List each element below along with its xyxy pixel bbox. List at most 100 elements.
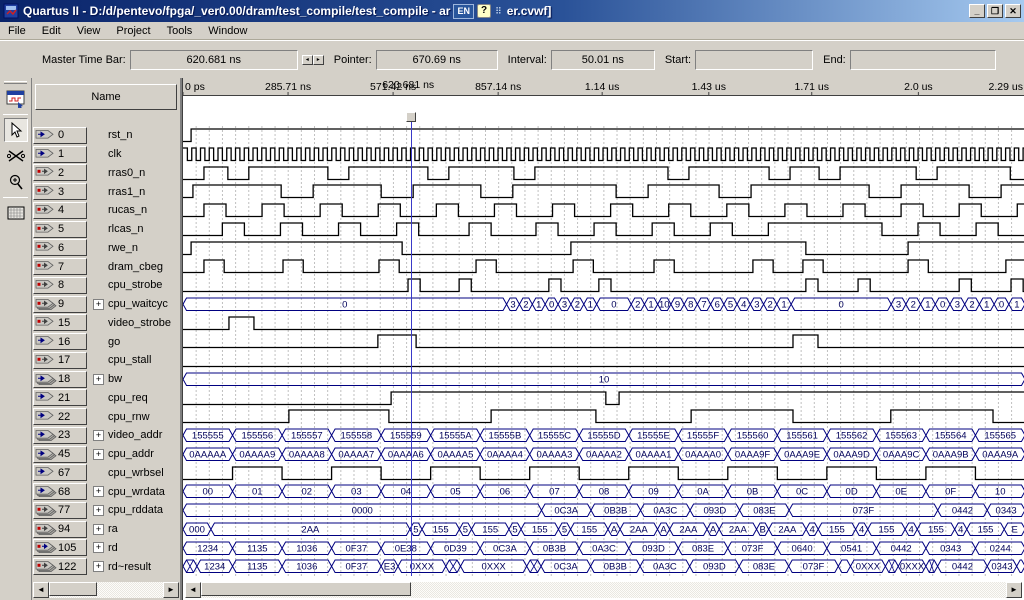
- signal-row-cpu_req[interactable]: 21+cpu_req: [32, 389, 180, 408]
- expand-icon[interactable]: +: [93, 505, 104, 516]
- signal-number-button[interactable]: 1: [33, 146, 87, 163]
- expand-icon[interactable]: +: [93, 561, 104, 572]
- signal-number-button[interactable]: 94: [33, 521, 87, 538]
- waveform-hscrollbar[interactable]: ◄ ►: [185, 582, 1022, 598]
- menu-tools[interactable]: Tools: [159, 24, 201, 38]
- signal-row-rras0_n[interactable]: 2+rras0_n: [32, 164, 180, 183]
- expand-icon[interactable]: +: [93, 542, 104, 553]
- wave-rras1_n[interactable]: [183, 182, 1024, 201]
- signal-number-button[interactable]: 2: [33, 164, 87, 181]
- signal-number-button[interactable]: 9: [33, 296, 87, 313]
- signal-row-rlcas_n[interactable]: 5+rlcas_n: [32, 220, 180, 239]
- signal-row-rd[interactable]: 105+rd: [32, 539, 180, 558]
- wave-go[interactable]: [183, 332, 1024, 351]
- wave-cpu_rddata[interactable]: 00000C3A0B3B0A3C093D083E073F04420343: [183, 501, 1024, 520]
- master-time-bar-cursor[interactable]: [411, 118, 412, 576]
- signal-number-button[interactable]: 15: [33, 314, 87, 331]
- wave-rwe_n[interactable]: [183, 239, 1024, 258]
- wave-cpu_strobe[interactable]: [183, 276, 1024, 295]
- wave-cpu_waitcyc[interactable]: 03210321021109876543210321032101: [183, 295, 1024, 314]
- signal-row-cpu_rnw[interactable]: 22+cpu_rnw: [32, 407, 180, 426]
- signal-row-bw[interactable]: 18+bw: [32, 370, 180, 389]
- waveform-panel[interactable]: 0 ps285.71 ns571.42 ns857.14 ns1.14 us1.…: [182, 78, 1024, 600]
- signal-row-video_addr[interactable]: 23+video_addr: [32, 426, 180, 445]
- waveform-edit-tool-icon[interactable]: [4, 144, 28, 168]
- signal-number-button[interactable]: 122: [33, 558, 87, 575]
- expand-icon[interactable]: +: [93, 486, 104, 497]
- signal-row-rucas_n[interactable]: 4+rucas_n: [32, 201, 180, 220]
- signal-row-rras1_n[interactable]: 3+rras1_n: [32, 182, 180, 201]
- wave-cpu_addr[interactable]: 0AAAAA0AAAA90AAAA80AAAA70AAAA60AAAA50AAA…: [183, 445, 1024, 464]
- time-bar-handle-icon[interactable]: [406, 112, 416, 122]
- signal-row-ra[interactable]: 94+ra: [32, 520, 180, 539]
- menu-project[interactable]: Project: [108, 24, 158, 38]
- wave-rd[interactable]: 1234113510360F370E380D390C3A0B3B0A3C093D…: [183, 539, 1024, 558]
- timeline-ruler[interactable]: 0 ps285.71 ns571.42 ns857.14 ns1.14 us1.…: [183, 78, 1024, 96]
- language-indicator[interactable]: EN: [453, 4, 474, 19]
- signal-row-go[interactable]: 16+go: [32, 332, 180, 351]
- expand-icon[interactable]: +: [93, 524, 104, 535]
- restore-button[interactable]: ❐: [987, 4, 1003, 18]
- menu-window[interactable]: Window: [200, 24, 255, 38]
- full-screen-icon[interactable]: [4, 201, 28, 225]
- scroll-left-icon[interactable]: ◄: [185, 582, 201, 598]
- wave-cpu_stall[interactable]: [183, 351, 1024, 370]
- selection-tool-icon[interactable]: [4, 118, 28, 142]
- scrollbar-track[interactable]: [201, 582, 1006, 598]
- signal-row-rd~result[interactable]: 122+rd~result: [32, 557, 180, 576]
- scrollbar-thumb[interactable]: [201, 582, 411, 596]
- signal-number-button[interactable]: 17: [33, 352, 87, 369]
- signal-number-button[interactable]: 18: [33, 371, 87, 388]
- help-icon[interactable]: ?: [477, 4, 491, 18]
- signal-number-button[interactable]: 4: [33, 202, 87, 219]
- signal-number-button[interactable]: 23: [33, 427, 87, 444]
- wave-cpu_wrbsel[interactable]: [183, 464, 1024, 483]
- signal-row-cpu_wrdata[interactable]: 68+cpu_wrdata: [32, 482, 180, 501]
- zoom-tool-icon[interactable]: [4, 170, 28, 194]
- signal-number-button[interactable]: 8: [33, 277, 87, 294]
- expand-icon[interactable]: +: [93, 430, 104, 441]
- signal-number-button[interactable]: 45: [33, 446, 87, 463]
- wave-rras0_n[interactable]: [183, 164, 1024, 183]
- expand-icon[interactable]: +: [93, 299, 104, 310]
- signal-number-button[interactable]: 21: [33, 389, 87, 406]
- scroll-left-icon[interactable]: ◄: [33, 582, 49, 598]
- signal-row-cpu_rddata[interactable]: 77+cpu_rddata: [32, 501, 180, 520]
- menu-file[interactable]: File: [0, 24, 34, 38]
- signal-number-button[interactable]: 6: [33, 239, 87, 256]
- signal-row-cpu_addr[interactable]: 45+cpu_addr: [32, 445, 180, 464]
- signal-number-button[interactable]: 22: [33, 408, 87, 425]
- langbar-grip[interactable]: ⠿: [495, 6, 503, 17]
- wave-rucas_n[interactable]: [183, 201, 1024, 220]
- signal-row-cpu_strobe[interactable]: 8+cpu_strobe: [32, 276, 180, 295]
- menu-view[interactable]: View: [69, 24, 109, 38]
- waveform-rows[interactable]: 0321032102110987654321032103210110155555…: [183, 126, 1024, 576]
- signal-number-button[interactable]: 68: [33, 483, 87, 500]
- signal-row-rwe_n[interactable]: 6+rwe_n: [32, 239, 180, 258]
- signal-row-cpu_wrbsel[interactable]: 67+cpu_wrbsel: [32, 464, 180, 483]
- signal-number-button[interactable]: 3: [33, 183, 87, 200]
- wave-cpu_req[interactable]: [183, 389, 1024, 408]
- signal-number-button[interactable]: 5: [33, 221, 87, 238]
- master-time-spinner[interactable]: ◂ ▸: [302, 55, 324, 65]
- signal-number-button[interactable]: 77: [33, 502, 87, 519]
- signal-number-button[interactable]: 67: [33, 464, 87, 481]
- close-button[interactable]: ✕: [1005, 4, 1021, 18]
- scrollbar-track[interactable]: [49, 582, 163, 598]
- wave-video_addr[interactable]: 15555515555615555715555815555915555A1555…: [183, 426, 1024, 445]
- minimize-button[interactable]: _: [969, 4, 985, 18]
- wave-dram_cbeg[interactable]: [183, 257, 1024, 276]
- palette-grip[interactable]: [4, 81, 27, 84]
- expand-icon[interactable]: +: [93, 374, 104, 385]
- scroll-right-icon[interactable]: ►: [1006, 582, 1022, 598]
- menu-edit[interactable]: Edit: [34, 24, 69, 38]
- wave-ra[interactable]: 0002AA5155515551555155A2AAA2AAA2AAB2AA41…: [183, 520, 1024, 539]
- signal-number-button[interactable]: 7: [33, 258, 87, 275]
- signal-number-button[interactable]: 16: [33, 333, 87, 350]
- wave-rst_n[interactable]: [183, 126, 1024, 145]
- wave-cpu_rnw[interactable]: [183, 407, 1024, 426]
- name-panel-hscrollbar[interactable]: ◄ ►: [33, 582, 179, 598]
- wave-rlcas_n[interactable]: [183, 220, 1024, 239]
- spin-right-icon[interactable]: ▸: [313, 55, 324, 65]
- signal-row-video_strobe[interactable]: 15+video_strobe: [32, 314, 180, 333]
